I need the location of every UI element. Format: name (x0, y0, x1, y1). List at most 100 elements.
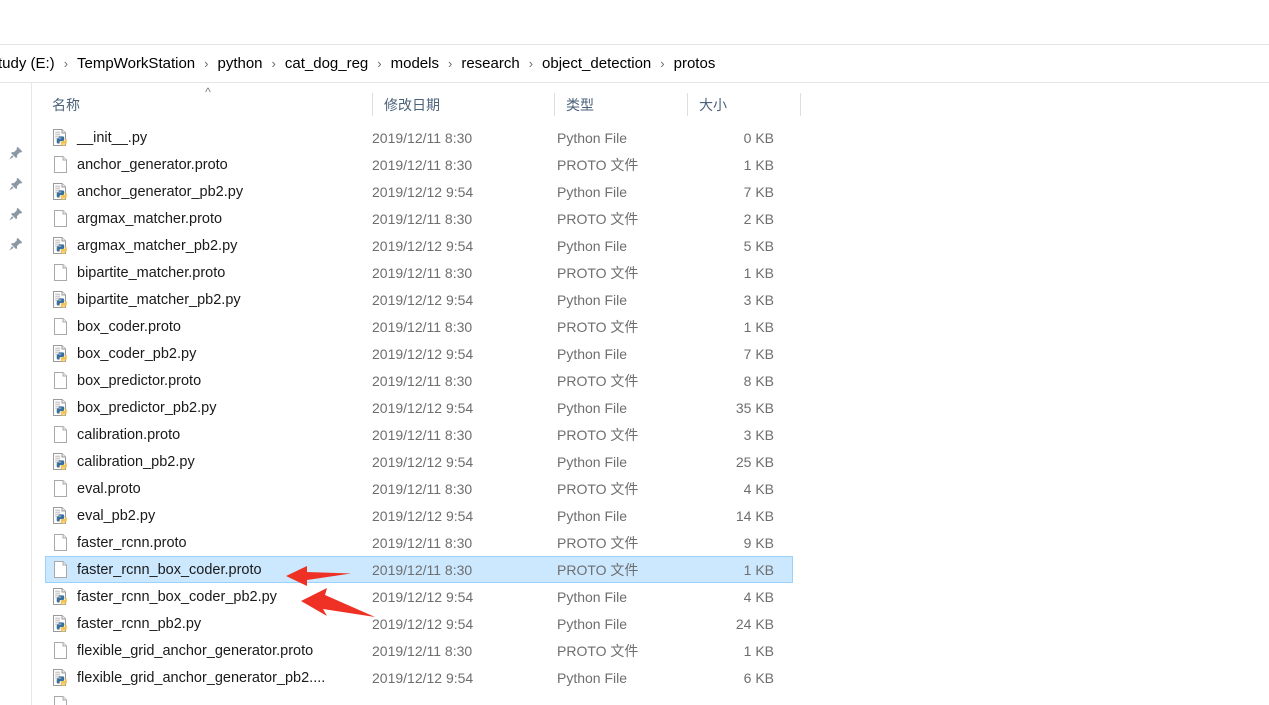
breadcrumb-item-6[interactable]: research (458, 52, 522, 76)
file-name-cell[interactable]: faster_rcnn_pb2.py (52, 610, 372, 637)
file-name-cell[interactable]: box_predictor_pb2.py (52, 394, 372, 421)
file-date-modified-cell: 2019/12/11 8:30 (372, 426, 473, 443)
breadcrumb[interactable]: tudy (E:) › TempWorkStation › python › cat_dog… (0, 45, 1269, 83)
file-row[interactable]: faster_rcnn_pb2.py 2019/12/12 9:54 Python … (32, 610, 1269, 637)
file-date-modified-cell: 2019/12/12 9:54 (372, 345, 474, 362)
file-row[interactable]: calibration.proto 2019/12/11 8:30 PROTO 文件… (32, 421, 1269, 448)
column-header-type[interactable]: 类型 (566, 86, 676, 123)
file-row[interactable]: faster_rcnn_box_coder_pb2.py 2019/12/12 9… (32, 583, 1269, 610)
file-name-label: __init__.py (77, 129, 148, 146)
file-name-cell[interactable]: faster_rcnn.proto (52, 529, 372, 556)
file-row[interactable]: box_predictor_pb2.py 2019/12/12 9:54 Pytho… (32, 394, 1269, 421)
file-row[interactable]: argmax_matcher_pb2.py 2019/12/12 9:54 Pyth… (32, 232, 1269, 259)
navigation-pin-item-4[interactable] (6, 236, 26, 256)
file-name-cell[interactable]: flexible_grid_anchor_generator.proto (52, 637, 372, 664)
file-row[interactable]: bipartite_matcher.proto 2019/12/11 8:30 PR… (32, 259, 1269, 286)
header-separator[interactable] (554, 93, 555, 116)
file-row[interactable]: box_predictor.proto 2019/12/11 8:30 PROTO … (32, 367, 1269, 394)
navigation-pin-item-2[interactable] (6, 176, 26, 196)
file-list[interactable]: __init__.py 2019/12/11 8:30 Python File 0 K… (32, 124, 1269, 705)
breadcrumb-chevron-right-icon[interactable]: › (266, 54, 282, 74)
file-name-cell[interactable]: box_predictor.proto (52, 367, 372, 394)
file-name-cell[interactable]: calibration_pb2.py (52, 448, 372, 475)
breadcrumb-chevron-right-icon[interactable]: › (523, 54, 539, 74)
file-row[interactable]: eval.proto 2019/12/11 8:30 PROTO 文件 4 KB (32, 475, 1269, 502)
file-row[interactable]: anchor_generator.proto 2019/12/11 8:30 PRO… (32, 151, 1269, 178)
breadcrumb-item-1[interactable]: tudy (E:) (0, 52, 58, 76)
file-type-cell: PROTO 文件 (557, 534, 639, 551)
python-file-icon (52, 128, 69, 147)
file-row[interactable]: box_coder_pb2.py 2019/12/12 9:54 Python Fi… (32, 340, 1269, 367)
file-name-cell[interactable]: argmax_matcher.proto (52, 205, 372, 232)
generic-file-icon (52, 371, 69, 390)
python-file-icon (52, 668, 69, 687)
column-header-size[interactable]: 大小 (699, 86, 799, 123)
file-row[interactable]: box_coder.proto 2019/12/11 8:30 PROTO 文件 1 … (32, 313, 1269, 340)
file-type-cell: Python File (557, 507, 628, 524)
file-name-cell[interactable]: anchor_generator.proto (52, 151, 372, 178)
file-date-modified-cell: 2019/12/12 9:54 (372, 615, 474, 632)
file-row[interactable]: faster_rcnn.proto 2019/12/11 8:30 PROTO 文件… (32, 529, 1269, 556)
file-size-cell: 9 KB (743, 534, 774, 551)
file-row[interactable]: argmax_matcher.proto 2019/12/11 8:30 PROTO… (32, 205, 1269, 232)
breadcrumb-item-4[interactable]: cat_dog_reg (282, 52, 371, 76)
file-explorer-window: tudy (E:) › TempWorkStation › python › cat_dog… (0, 0, 1269, 705)
breadcrumb-item-3[interactable]: python (214, 52, 265, 76)
file-row[interactable]: anchor_generator_pb2.py 2019/12/12 9:54 Py… (32, 178, 1269, 205)
file-name-cell[interactable]: eval.proto (52, 475, 372, 502)
file-name-cell[interactable]: anchor_generator_pb2.py (52, 178, 372, 205)
file-name-cell[interactable]: faster_rcnn_box_coder_pb2.py (52, 583, 372, 610)
file-name-cell[interactable]: eval_pb2.py (52, 502, 372, 529)
file-name-cell[interactable]: faster_rcnn_box_coder.proto (52, 556, 372, 583)
column-header-date-modified[interactable]: 修改日期 (384, 86, 544, 123)
file-row[interactable]: flexible_grid_anchor_generator.proto 2019… (32, 637, 1269, 664)
file-name-cell[interactable]: box_coder.proto (52, 313, 372, 340)
breadcrumb-chevron-right-icon[interactable]: › (442, 54, 458, 74)
file-name-cell[interactable]: calibration.proto (52, 421, 372, 448)
file-row[interactable] (32, 691, 1269, 705)
file-size-cell: 4 KB (743, 588, 774, 605)
breadcrumb-item-2[interactable]: TempWorkStation (74, 52, 198, 76)
generic-file-icon (52, 317, 69, 336)
file-name-label: box_predictor.proto (77, 372, 202, 389)
header-separator[interactable] (687, 93, 688, 116)
header-separator[interactable] (800, 93, 801, 116)
file-row[interactable]: eval_pb2.py 2019/12/12 9:54 Python File 14 … (32, 502, 1269, 529)
generic-file-icon (52, 695, 69, 705)
file-date-modified-cell: 2019/12/12 9:54 (372, 507, 474, 524)
navigation-pane[interactable] (0, 83, 31, 705)
file-row[interactable]: faster_rcnn_box_coder.proto 2019/12/11 8:… (32, 556, 1269, 583)
file-name-cell[interactable]: __init__.py (52, 124, 372, 151)
generic-file-icon (52, 560, 69, 579)
file-name-cell[interactable]: flexible_grid_anchor_generator_pb2.... (52, 664, 372, 691)
file-name-cell[interactable]: bipartite_matcher.proto (52, 259, 372, 286)
breadcrumb-chevron-right-icon[interactable]: › (198, 54, 214, 74)
navigation-pin-item-3[interactable] (6, 206, 26, 226)
header-separator[interactable] (372, 93, 373, 116)
file-type-cell (557, 691, 687, 705)
file-row[interactable]: __init__.py 2019/12/11 8:30 Python File 0 K… (32, 124, 1269, 151)
file-name-cell[interactable]: bipartite_matcher_pb2.py (52, 286, 372, 313)
python-file-icon (52, 587, 69, 606)
file-row[interactable]: bipartite_matcher_pb2.py 2019/12/12 9:54 P… (32, 286, 1269, 313)
navigation-pin-item-1[interactable] (6, 145, 26, 165)
breadcrumb-item-5[interactable]: models (388, 52, 442, 76)
file-name-label: calibration_pb2.py (77, 453, 195, 470)
breadcrumb-chevron-right-icon[interactable]: › (58, 54, 74, 74)
breadcrumb-item-7[interactable]: object_detection (539, 52, 654, 76)
python-file-icon (52, 398, 69, 417)
file-name-cell[interactable]: argmax_matcher_pb2.py (52, 232, 372, 259)
file-name-cell[interactable]: box_coder_pb2.py (52, 340, 372, 367)
file-date-modified-cell: 2019/12/12 9:54 (372, 291, 474, 308)
breadcrumb-chevron-right-icon[interactable]: › (654, 54, 670, 74)
file-name-label: faster_rcnn_box_coder_pb2.py (77, 588, 277, 605)
file-type-cell: Python File (557, 453, 628, 470)
file-size-cell: 1 KB (743, 561, 774, 578)
file-row[interactable]: calibration_pb2.py 2019/12/12 9:54 Python … (32, 448, 1269, 475)
file-name-cell[interactable] (52, 691, 372, 705)
breadcrumb-item-8[interactable]: protos (671, 52, 719, 76)
file-row[interactable]: flexible_grid_anchor_generator_pb2.... 20… (32, 664, 1269, 691)
breadcrumb-chevron-right-icon[interactable]: › (371, 54, 387, 74)
file-type-cell: PROTO 文件 (557, 426, 639, 443)
file-type-cell: Python File (557, 345, 628, 362)
